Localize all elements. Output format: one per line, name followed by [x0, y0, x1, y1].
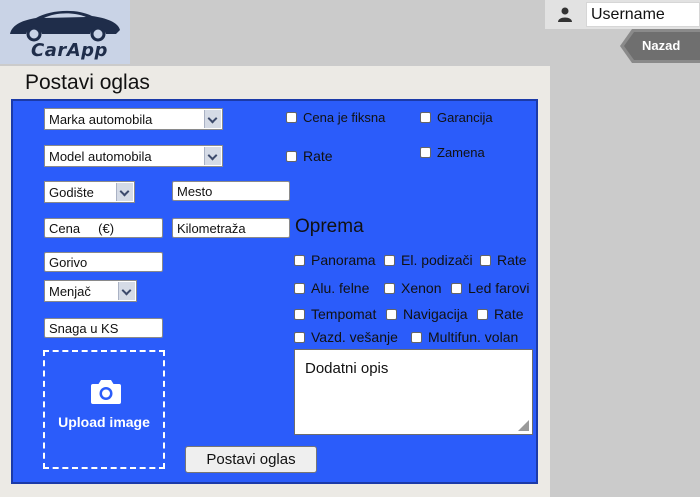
user-bar: Username [545, 0, 700, 29]
checkbox-box [384, 254, 395, 266]
checkbox-box [384, 282, 395, 294]
led-lights-checkbox[interactable]: Led farovi [451, 280, 529, 296]
checkbox-label: Panorama [311, 252, 376, 268]
gearbox-select[interactable]: Menjač [44, 280, 137, 302]
checkbox-label: Rate [494, 306, 524, 322]
post-ad-button[interactable]: Postavi oglas [185, 446, 317, 473]
checkbox-label: El. podizači [401, 252, 473, 268]
checkbox-label: Cena je fiksna [303, 110, 386, 125]
camera-icon [91, 380, 121, 404]
power-input[interactable]: Snaga u KS [44, 318, 163, 338]
post-ad-panel: Postavi oglas Marka automobila Model aut… [0, 66, 550, 497]
checkbox-box [286, 150, 297, 162]
checkbox-label: Tempomat [311, 306, 377, 322]
checkbox-label: Zamena [437, 145, 485, 160]
gearbox-select-value: Menjač [49, 284, 91, 299]
resize-grip-icon[interactable] [518, 420, 529, 431]
make-select-value: Marka automobila [49, 112, 153, 127]
checkbox-box [294, 308, 305, 320]
fixed-price-checkbox[interactable]: Cena je fiksna [286, 110, 385, 125]
equipment-installments-checkbox[interactable]: Rate [480, 252, 527, 268]
back-button[interactable]: Nazad [620, 29, 700, 63]
chevron-down-icon [204, 110, 221, 128]
post-ad-form: Marka automobila Model automobila Godišt… [11, 99, 538, 484]
app-logo[interactable]: CarApp [0, 0, 130, 64]
checkbox-box [386, 308, 397, 320]
fuel-input[interactable]: Gorivo [44, 252, 163, 272]
checkbox-box [286, 112, 297, 123]
chevron-down-icon [204, 147, 221, 165]
checkbox-box [477, 308, 488, 320]
description-placeholder: Dodatni opis [305, 360, 389, 377]
price-input[interactable]: Cena (€) [44, 218, 163, 238]
checkbox-label: Navigacija [403, 306, 468, 322]
year-select[interactable]: Godište [44, 181, 135, 203]
checkbox-box [411, 331, 422, 343]
description-textarea[interactable]: Dodatni opis [294, 349, 533, 435]
checkbox-label: Led farovi [468, 280, 530, 296]
make-select[interactable]: Marka automobila [44, 108, 223, 130]
installments-checkbox[interactable]: Rate [286, 148, 333, 164]
checkbox-label: Garancija [437, 110, 493, 125]
navigation-checkbox[interactable]: Navigacija [386, 306, 468, 322]
brand-name: CarApp [31, 40, 108, 61]
checkbox-label: Xenon [401, 280, 442, 296]
xenon-checkbox[interactable]: Xenon [384, 280, 441, 296]
power-windows-checkbox[interactable]: El. podizači [384, 252, 473, 268]
checkbox-label: Alu. felne [311, 280, 370, 296]
model-select-value: Model automobila [49, 149, 152, 164]
mileage-input[interactable]: Kilometraža [172, 218, 290, 238]
page-title: Postavi oglas [25, 71, 150, 94]
air-suspension-checkbox[interactable]: Vazd. vešanje [294, 329, 398, 345]
warranty-checkbox[interactable]: Garancija [420, 110, 493, 125]
checkbox-box [451, 282, 462, 294]
checkbox-box [420, 147, 431, 158]
chevron-down-icon [118, 282, 135, 300]
upload-image-dropzone[interactable]: Upload image [43, 350, 165, 469]
cruise-control-checkbox[interactable]: Tempomat [294, 306, 376, 322]
car-logo-icon [10, 10, 120, 42]
checkbox-box [294, 331, 305, 343]
year-select-value: Godište [49, 185, 94, 200]
upload-image-label: Upload image [58, 414, 150, 430]
panorama-checkbox[interactable]: Panorama [294, 252, 376, 268]
equipment-installments-2-checkbox[interactable]: Rate [477, 306, 524, 322]
back-button-label: Nazad [642, 38, 681, 53]
checkbox-label: Multifun. volan [428, 329, 519, 345]
exchange-checkbox[interactable]: Zamena [420, 145, 485, 160]
checkbox-box [294, 254, 305, 266]
username-field[interactable]: Username [586, 2, 700, 27]
checkbox-label: Rate [497, 252, 527, 268]
checkbox-box [420, 112, 431, 123]
alloy-wheels-checkbox[interactable]: Alu. felne [294, 280, 369, 296]
checkbox-box [480, 254, 491, 266]
multifunction-wheel-checkbox[interactable]: Multifun. volan [411, 329, 518, 345]
checkbox-label: Rate [303, 148, 333, 164]
chevron-down-icon [116, 183, 133, 201]
city-input[interactable]: Mesto [172, 181, 290, 201]
user-icon[interactable] [557, 6, 573, 22]
equipment-heading: Oprema [295, 216, 364, 237]
model-select[interactable]: Model automobila [44, 145, 223, 167]
checkbox-box [294, 282, 305, 294]
checkbox-label: Vazd. vešanje [311, 329, 398, 345]
